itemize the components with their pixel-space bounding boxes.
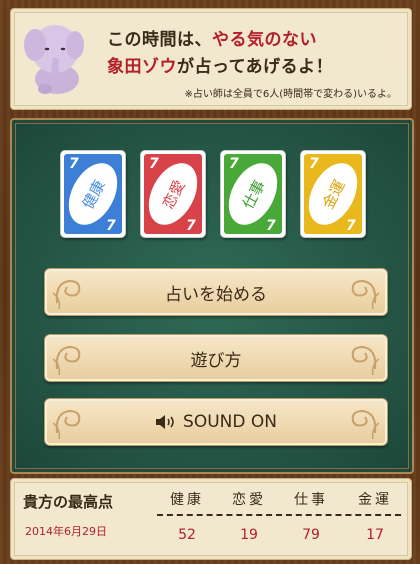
start-fortune-button[interactable]: 占いを始める	[44, 268, 388, 316]
high-score-date: 2014年6月29日	[25, 525, 107, 538]
card-money[interactable]: 7 7 金運	[300, 150, 366, 238]
svg-text:7: 7	[266, 218, 276, 234]
how-to-play-button[interactable]: 遊び方	[44, 334, 388, 382]
card-work[interactable]: 7 7 仕事	[220, 150, 286, 238]
score-money-label: 金運	[358, 492, 392, 508]
card-love-art: 7 7 恋愛	[144, 154, 202, 234]
felt-table: 7 7 健康 7 7 恋愛 7 7 仕事 7 7 金運 占いを始める 遊び方 S…	[10, 118, 414, 474]
ornament-right-icon	[351, 279, 380, 310]
high-score-panel: 貴方の最高点 2014年6月29日 健康 52 恋愛 19 仕事 79 金運 1…	[10, 478, 412, 560]
fortune-teller-banner: この時間は、やる気のない 象田ゾウが占ってあげるよ！ ※占い師は全員で6人(時間…	[10, 8, 412, 110]
start-fortune-label: 占いを始める	[165, 284, 267, 305]
ornament-right-icon	[351, 345, 380, 376]
svg-text:7: 7	[346, 218, 356, 234]
score-work-label: 仕事	[294, 492, 328, 508]
score-love-label: 恋愛	[232, 492, 266, 508]
card-work-art: 7 7 仕事	[224, 154, 282, 234]
score-health-label: 健康	[170, 492, 204, 508]
score-work: 仕事 79	[281, 489, 341, 543]
header-note: ※占い師は全員で6人(時間帯で変わる)いるよ。	[184, 89, 397, 100]
svg-text:7: 7	[186, 218, 196, 234]
score-health-value: 52	[178, 527, 196, 543]
how-to-play-label: 遊び方	[190, 350, 242, 371]
speaker-icon	[156, 415, 174, 429]
card-money-art: 7 7 金運	[304, 154, 362, 234]
elephant-icon	[24, 25, 84, 94]
svg-text:7: 7	[106, 218, 116, 234]
score-love-value: 19	[240, 527, 258, 543]
score-work-value: 79	[302, 527, 320, 543]
ornament-left-icon	[52, 409, 81, 440]
sound-toggle-label: SOUND ON	[183, 412, 277, 432]
header-line-1: この時間は、やる気のない	[107, 30, 317, 50]
ornament-left-icon	[52, 279, 81, 310]
category-cards: 7 7 健康 7 7 恋愛 7 7 仕事 7 7 金運	[60, 150, 380, 240]
high-score-title: 貴方の最高点	[23, 493, 114, 511]
ornament-right-icon	[351, 409, 380, 440]
card-health-art: 7 7 健康	[64, 154, 122, 234]
sound-toggle-button[interactable]: SOUND ON	[44, 398, 388, 446]
score-money-value: 17	[366, 527, 384, 543]
header-line-2: 象田ゾウが占ってあげるよ！	[107, 57, 334, 77]
card-health[interactable]: 7 7 健康	[60, 150, 126, 238]
ornament-left-icon	[52, 345, 81, 376]
svg-text:7: 7	[69, 156, 79, 172]
svg-text:7: 7	[309, 156, 319, 172]
sound-toggle-content: SOUND ON	[155, 412, 277, 432]
score-money: 金運 17	[345, 489, 405, 543]
svg-text:7: 7	[149, 156, 159, 172]
score-love: 恋愛 19	[219, 489, 279, 543]
card-love[interactable]: 7 7 恋愛	[140, 150, 206, 238]
score-health: 健康 52	[157, 489, 217, 543]
svg-text:7: 7	[229, 156, 239, 172]
